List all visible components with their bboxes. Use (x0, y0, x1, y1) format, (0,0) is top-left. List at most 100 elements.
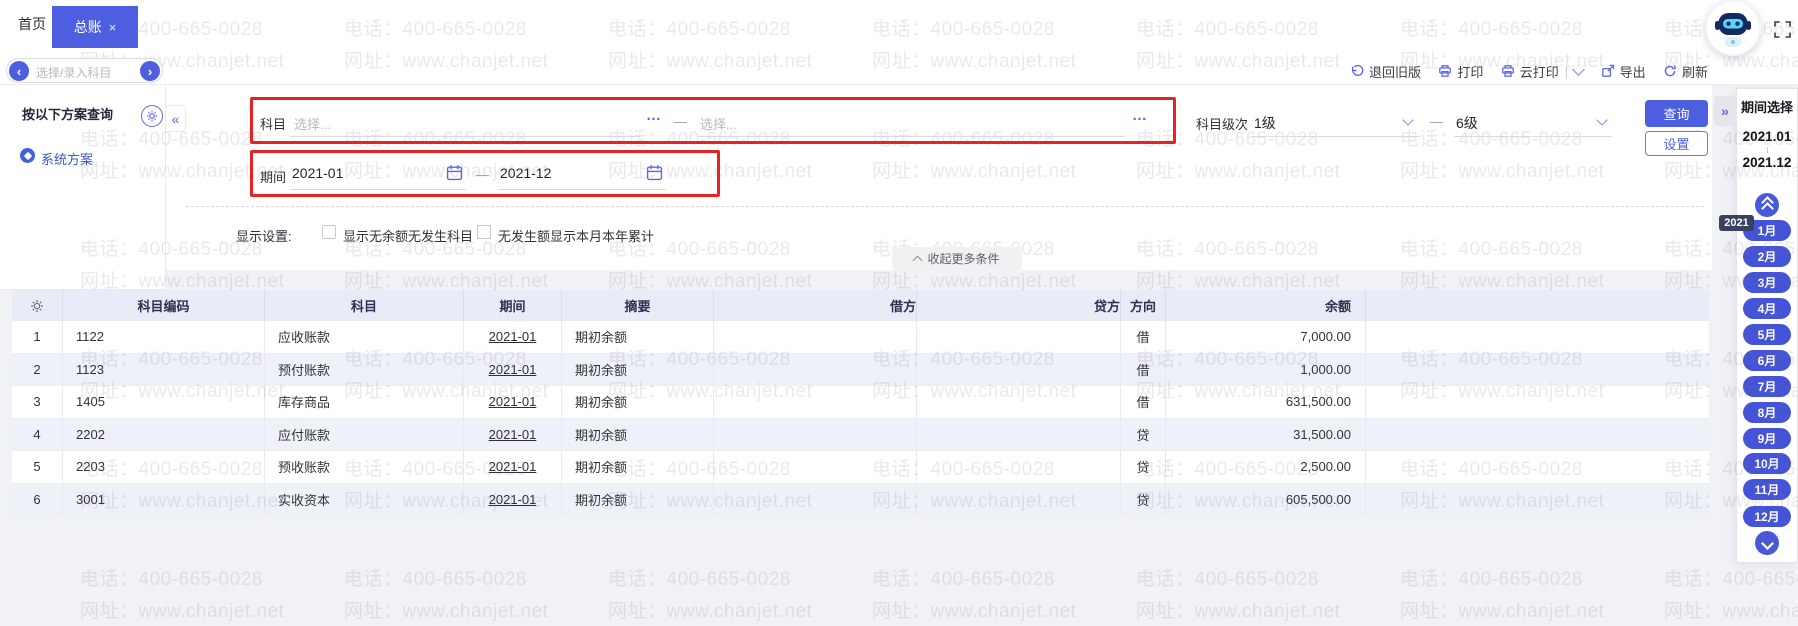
table-row[interactable]: 63001实收资本2021-01期初余额贷605,500.00 (12, 484, 1709, 517)
column-header[interactable]: 摘要 (562, 290, 714, 321)
period-from-input[interactable]: 2021-01 (292, 165, 343, 181)
period-to-input[interactable]: 2021-12 (500, 165, 551, 181)
calendar-icon[interactable] (646, 164, 663, 181)
table-row[interactable]: 11122应收账款2021-01期初余额借7,000.00 (12, 321, 1709, 354)
tab-close-icon[interactable]: × (109, 20, 117, 35)
column-header[interactable]: 方向 (1121, 290, 1166, 321)
cell-empty (1366, 419, 1709, 451)
cell-debit (714, 419, 917, 451)
export-button[interactable]: 导出 (1601, 62, 1646, 81)
period-link[interactable]: 2021-01 (489, 492, 537, 507)
refresh-button[interactable]: 刷新 (1663, 62, 1708, 81)
table-body: 11122应收账款2021-01期初余额借7,000.0021123预付账款20… (12, 321, 1709, 516)
refresh-icon (1663, 64, 1677, 78)
cell-subject-code: 2202 (63, 419, 265, 451)
cell-credit (917, 386, 1121, 418)
column-header[interactable]: 借方 (714, 290, 917, 321)
period-panel-expand-icon[interactable]: » (1714, 96, 1736, 126)
range-dash: — (674, 114, 687, 129)
year-badge: 2021 (1719, 215, 1754, 231)
cell-subject-name: 预收账款 (265, 451, 464, 483)
period-link[interactable]: 2021-01 (489, 394, 537, 409)
cell-debit (714, 484, 917, 516)
watermark-text: 电话：400-665-0028 (1400, 564, 1583, 591)
cell-balance: 605,500.00 (1166, 484, 1366, 516)
level-to-select[interactable]: 6级 (1456, 113, 1478, 133)
cell-subject-name: 库存商品 (265, 386, 464, 418)
subject-search-input[interactable]: ‹ 选择/录入科目 › (6, 58, 163, 83)
table-row[interactable]: 52203预收账款2021-01期初余额贷2,500.00 (12, 451, 1709, 484)
export-label: 导出 (1620, 62, 1646, 81)
month-pill-4[interactable]: 4月 (1743, 298, 1791, 319)
period-panel-title: 期间选择 (1737, 97, 1797, 116)
fullscreen-icon[interactable] (1774, 21, 1791, 38)
sidebar-item-system-scheme[interactable]: 系统方案 (41, 149, 93, 168)
month-pill-3[interactable]: 3月 (1743, 272, 1791, 293)
checkbox-show-zero-balance[interactable] (322, 225, 336, 239)
subject-to-more-icon[interactable]: … (1132, 107, 1148, 124)
checkbox-show-accumulated[interactable] (477, 225, 491, 239)
back-to-old-label: 退回旧版 (1369, 62, 1421, 81)
subject-select-to[interactable]: 选择... (700, 114, 737, 133)
query-button[interactable]: 查询 (1645, 100, 1708, 127)
table-row[interactable]: 42202应付账款2021-01期初余额贷31,500.00 (12, 419, 1709, 452)
month-pill-7[interactable]: 7月 (1743, 376, 1791, 397)
month-pill-9[interactable]: 9月 (1743, 428, 1791, 449)
month-pill-11[interactable]: 11月 (1743, 479, 1791, 500)
scheme-settings-gear-icon[interactable] (141, 105, 163, 127)
period-to-underline (498, 189, 666, 190)
month-pill-8[interactable]: 8月 (1743, 402, 1791, 423)
watermark-text: 电话：400-665-0028 (80, 564, 263, 591)
collapse-more-conditions-button[interactable]: 收起更多条件 (892, 247, 1022, 270)
cell-empty (1366, 321, 1709, 353)
cloud-print-button[interactable]: 云打印 | (1501, 62, 1583, 81)
back-to-old-button[interactable]: 退回旧版 (1350, 62, 1421, 81)
month-pill-2[interactable]: 2月 (1743, 246, 1791, 267)
settings-button[interactable]: 设置 (1645, 131, 1708, 156)
month-pill-12[interactable]: 12月 (1743, 506, 1791, 527)
column-header[interactable]: 科目 (265, 290, 464, 321)
month-pill-5[interactable]: 5月 (1743, 324, 1791, 345)
calendar-icon[interactable] (446, 164, 463, 181)
cell-empty (1366, 386, 1709, 418)
scroll-months-down-button[interactable] (1755, 531, 1779, 555)
column-header[interactable]: 科目编码 (63, 290, 265, 321)
balance-table: 科目编码科目期间摘要借方贷方方向余额 11122应收账款2021-01期初余额借… (12, 290, 1709, 516)
period-link[interactable]: 2021-01 (489, 362, 537, 377)
prev-subject-icon[interactable]: ‹ (9, 61, 29, 81)
level-to-underline (1454, 136, 1612, 137)
tab-home[interactable]: 首页 (10, 0, 54, 48)
sidebar-collapse-icon[interactable]: « (166, 105, 186, 132)
period-link[interactable]: 2021-01 (489, 329, 537, 344)
undo-icon (1350, 64, 1364, 78)
cell-subject-name: 预付账款 (265, 354, 464, 386)
level-from-select[interactable]: 1级 (1254, 113, 1276, 133)
table-row[interactable]: 31405库存商品2021-01期初余额借631,500.00 (12, 386, 1709, 419)
period-link[interactable]: 2021-01 (489, 459, 537, 474)
chevron-down-icon (1761, 537, 1774, 550)
range-dash: — (476, 167, 489, 182)
column-header[interactable]: 余额 (1166, 290, 1366, 321)
table-row[interactable]: 21123预付账款2021-01期初余额借1,000.00 (12, 354, 1709, 387)
subject-select-to-underline (698, 136, 1124, 137)
export-icon (1601, 64, 1615, 78)
subject-select-from-underline (290, 136, 640, 137)
column-header[interactable]: 贷方 (917, 290, 1121, 321)
row-number: 3 (12, 386, 63, 418)
subject-select-from[interactable]: 选择... (294, 114, 331, 133)
table-columns-gear-icon[interactable] (12, 290, 63, 321)
column-header[interactable]: 期间 (464, 290, 562, 321)
print-button[interactable]: 打印 (1438, 62, 1483, 81)
checkbox-label: 无发生额显示本月本年累计 (498, 226, 654, 245)
cell-summary: 期初余额 (562, 321, 714, 353)
tab-ledger[interactable]: 总账 × (52, 6, 138, 48)
assistant-avatar[interactable] (1705, 0, 1761, 56)
cloud-print-chevron-down-icon[interactable] (1572, 63, 1585, 76)
month-pill-6[interactable]: 6月 (1743, 350, 1791, 371)
next-subject-icon[interactable]: › (140, 61, 160, 81)
subject-level-label: 科目级次 (1196, 114, 1248, 133)
period-link[interactable]: 2021-01 (489, 427, 537, 442)
subject-from-more-icon[interactable]: … (646, 107, 662, 124)
scroll-months-up-button[interactable] (1755, 193, 1779, 217)
month-pill-10[interactable]: 10月 (1743, 453, 1791, 474)
